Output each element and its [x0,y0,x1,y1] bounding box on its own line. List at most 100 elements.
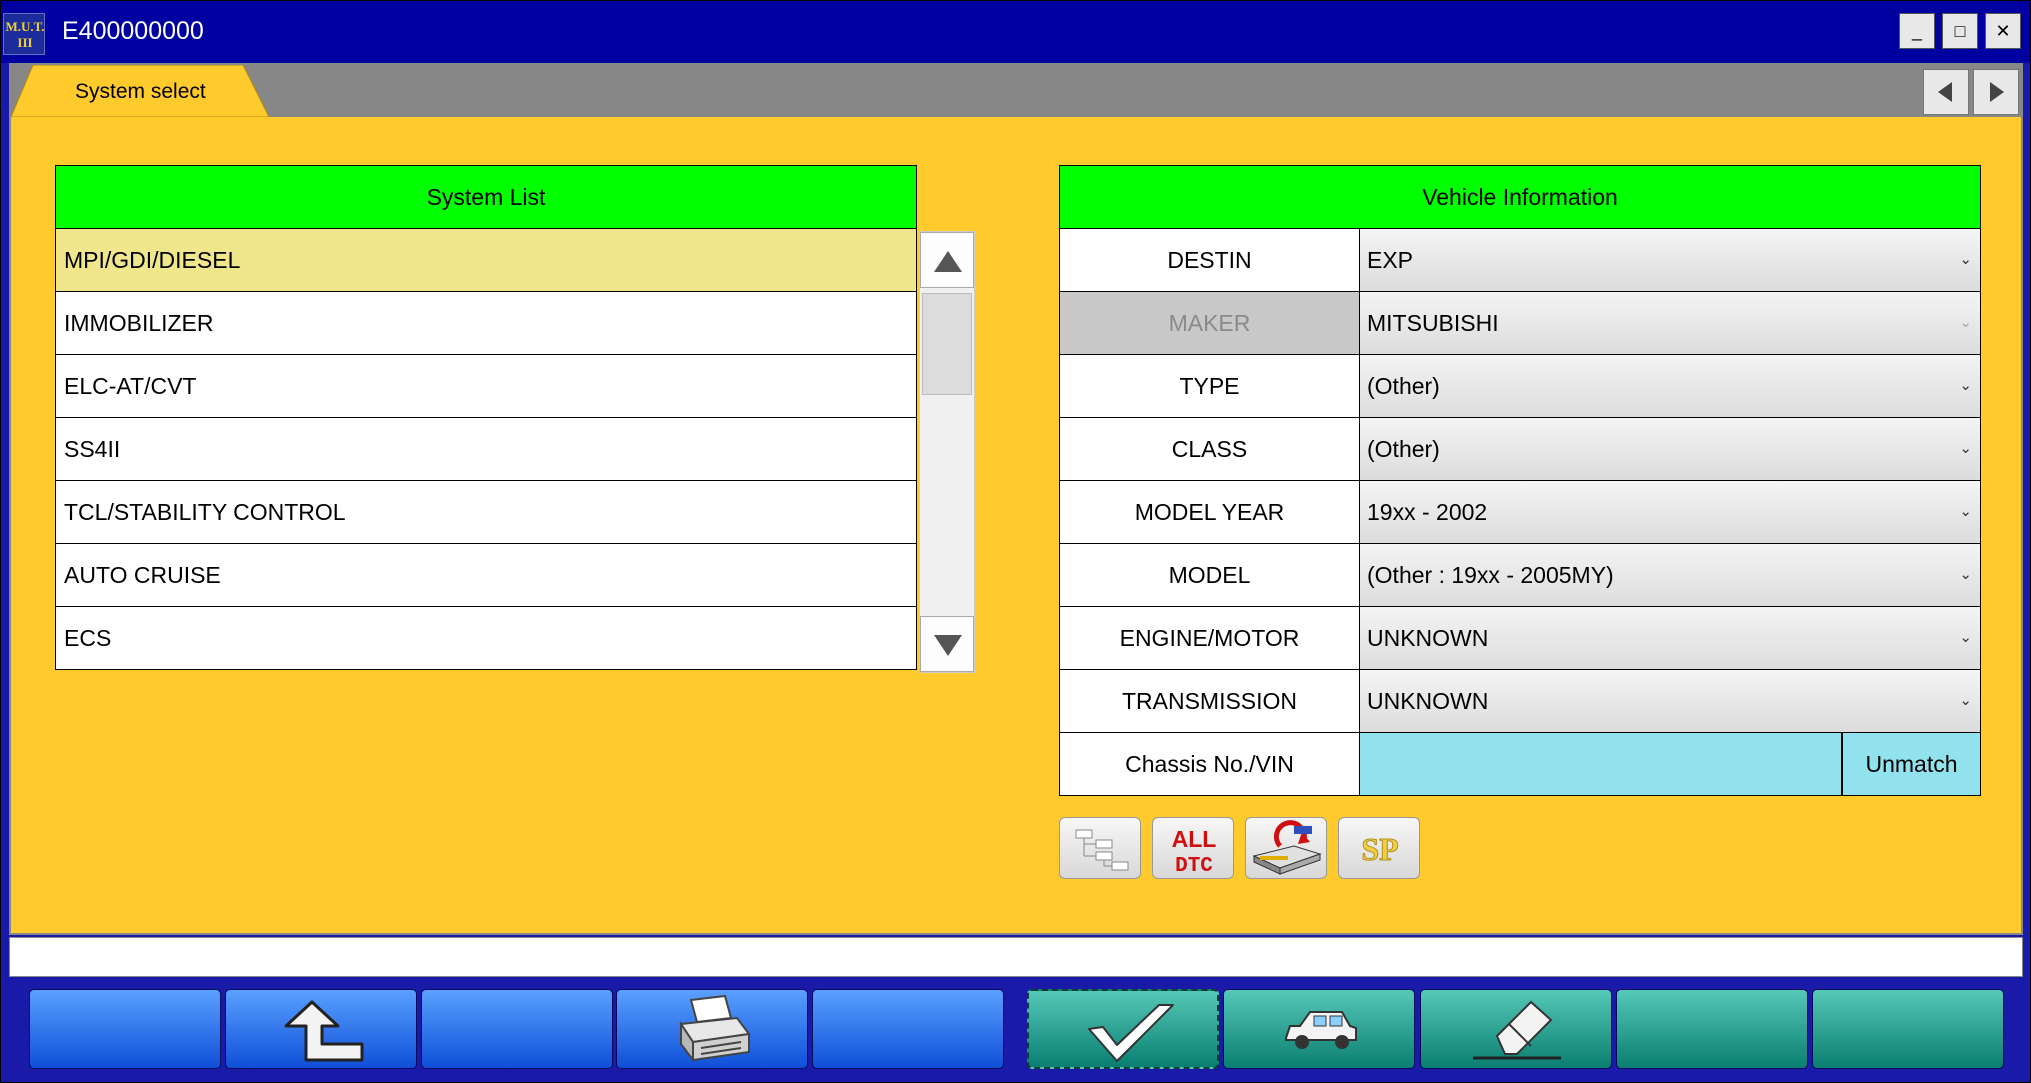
vehicle-info-dropdown[interactable]: EXP ⌄ [1360,229,1981,292]
scroll-down-button[interactable] [920,616,974,672]
triangle-down-icon [934,635,962,656]
system-list-item[interactable]: ECS [55,607,917,670]
system-list-item[interactable]: SS4II [55,418,917,481]
vehicle-info-dropdown[interactable]: (Other) ⌄ [1360,355,1981,418]
system-list-item[interactable]: IMMOBILIZER [55,292,917,355]
system-list-item[interactable]: ELC-AT/CVT [55,355,917,418]
system-list: MPI/GDI/DIESEL IMMOBILIZER ELC-AT/CVT SS4II… [55,229,917,670]
tab-prev-button[interactable] [1923,69,1969,115]
sp-text: SP [1361,831,1398,867]
dropdown-value: 19xx - 2002 [1367,499,1488,525]
function-button-9[interactable] [1616,989,1808,1069]
system-tree-button[interactable] [1059,817,1141,879]
window-title: E400000000 [62,17,204,45]
system-list-item[interactable]: TCL/STABILITY CONTROL [55,481,917,544]
confirm-button[interactable] [1027,989,1219,1069]
sp-button[interactable]: SP [1338,817,1420,879]
vehicle-info-label: ENGINE/MOTOR [1059,607,1360,670]
chevron-down-icon: ⌄ [1959,377,1972,394]
vehicle-info-row: MAKER MITSUBISHI ⌄ [1059,292,1981,355]
vehicle-info-label: TRANSMISSION [1059,670,1360,733]
tab-label: System select [75,80,206,103]
eraser-icon [1473,1000,1561,1060]
vehicle-info-dropdown[interactable]: (Other) ⌄ [1360,418,1981,481]
logo-text-bottom: III [17,35,33,50]
vehicle-info-row: MODEL (Other : 19xx - 2005MY) ⌄ [1059,544,1981,607]
printer-icon [679,994,751,1063]
vehicle-info-label: CLASS [1059,418,1360,481]
vehicle-info-row: TRANSMISSION UNKNOWN ⌄ [1059,670,1981,733]
vehicle-button[interactable] [1223,989,1415,1069]
system-list-item[interactable]: AUTO CRUISE [55,544,917,607]
left-arrow-icon [1938,82,1952,102]
dropdown-value: UNKNOWN [1367,625,1489,651]
print-button[interactable] [616,989,808,1069]
vehicle-info-dropdown[interactable]: 19xx - 2002 ⌄ [1360,481,1981,544]
scroll-thumb[interactable] [922,293,972,395]
dropdown-value: (Other : 19xx - 2005MY) [1367,562,1614,588]
dropdown-value: UNKNOWN [1367,688,1489,714]
system-list-header: System List [55,165,917,229]
checkmark-icon [1088,1004,1174,1062]
chevron-down-icon: ⌄ [1959,566,1972,583]
main-panel: System select System List MPI/GDI/DIESEL… [9,63,2023,935]
chevron-down-icon: ⌄ [1959,314,1972,331]
vehicle-info-label: TYPE [1059,355,1360,418]
title-bar: M.U.T. III E400000000 _ □ ✕ [1,1,2030,63]
back-arrow-icon [284,1000,364,1062]
scroll-up-button[interactable] [920,232,974,288]
app-window: M.U.T. III E400000000 _ □ ✕ System selec… [0,0,2031,1083]
vehicle-info-dropdown[interactable]: (Other : 19xx - 2005MY) ⌄ [1360,544,1981,607]
function-button-1[interactable] [29,989,221,1069]
vehicle-info-label: MODEL [1059,544,1360,607]
vehicle-info-label: DESTIN [1059,229,1360,292]
dropdown-value: (Other) [1367,436,1440,462]
vehicle-info-row: DESTIN EXP ⌄ [1059,229,1981,292]
sp-icon: SP [1361,831,1399,868]
all-dtc-button[interactable]: ALL DTC [1152,817,1234,879]
vehicle-info-row: CLASS (Other) ⌄ [1059,418,1981,481]
right-arrow-icon [1990,82,2004,102]
car-icon [1285,1011,1357,1049]
mut-logo-icon: M.U.T. III [3,13,45,55]
dropdown-value: MITSUBISHI [1367,310,1499,336]
dropdown-value: EXP [1367,247,1414,273]
vin-row: Chassis No./VIN Unmatch [1059,733,1981,796]
vehicle-info-dropdown[interactable]: UNKNOWN ⌄ [1360,607,1981,670]
function-button-3[interactable] [421,989,613,1069]
tab-strip: System select [11,65,2021,117]
function-button-10[interactable] [1812,989,2004,1069]
vehicle-info-label: MAKER [1059,292,1360,355]
vehicle-info-row: ENGINE/MOTOR UNKNOWN ⌄ [1059,607,1981,670]
vehicle-info-dropdown: MITSUBISHI ⌄ [1360,292,1981,355]
chevron-down-icon: ⌄ [1959,692,1972,709]
system-list-item[interactable]: MPI/GDI/DIESEL [55,229,917,292]
close-button[interactable]: ✕ [1985,13,2021,49]
dropdown-value: (Other) [1367,373,1440,399]
back-button[interactable] [225,989,417,1069]
all-dtc-bottom-text: DTC [1175,855,1213,878]
tab-next-button[interactable] [1973,69,2019,115]
vehicle-info-row: MODEL YEAR 19xx - 2002 ⌄ [1059,481,1981,544]
vin-input[interactable] [1360,733,1842,796]
system-list-scrollbar[interactable] [919,231,975,673]
system-tree-icon [1075,829,1129,871]
vehicle-info-label: MODEL YEAR [1059,481,1360,544]
chevron-down-icon: ⌄ [1959,629,1972,646]
vehicle-info-table: DESTIN EXP ⌄ MAKER MITSUBISHI ⌄ TYPE (Other) ⌄ CL… [1059,229,1981,796]
vin-label: Chassis No./VIN [1059,733,1360,796]
logo-text-top: M.U.T. [5,19,45,34]
ecu-reprogram-button[interactable] [1245,817,1327,879]
erase-button[interactable] [1420,989,1612,1069]
all-dtc-top-text: ALL [1172,826,1217,852]
function-button-5[interactable] [812,989,1004,1069]
minimize-button[interactable]: _ [1899,13,1935,49]
maximize-button[interactable]: □ [1942,13,1978,49]
vehicle-info-header: Vehicle Information [1059,165,1981,229]
chevron-down-icon: ⌄ [1959,251,1972,268]
status-bar [9,937,2023,977]
vehicle-info-dropdown[interactable]: UNKNOWN ⌄ [1360,670,1981,733]
chevron-down-icon: ⌄ [1959,503,1972,520]
unmatch-button[interactable]: Unmatch [1842,733,1981,796]
tab-system-select[interactable]: System select [11,65,273,117]
